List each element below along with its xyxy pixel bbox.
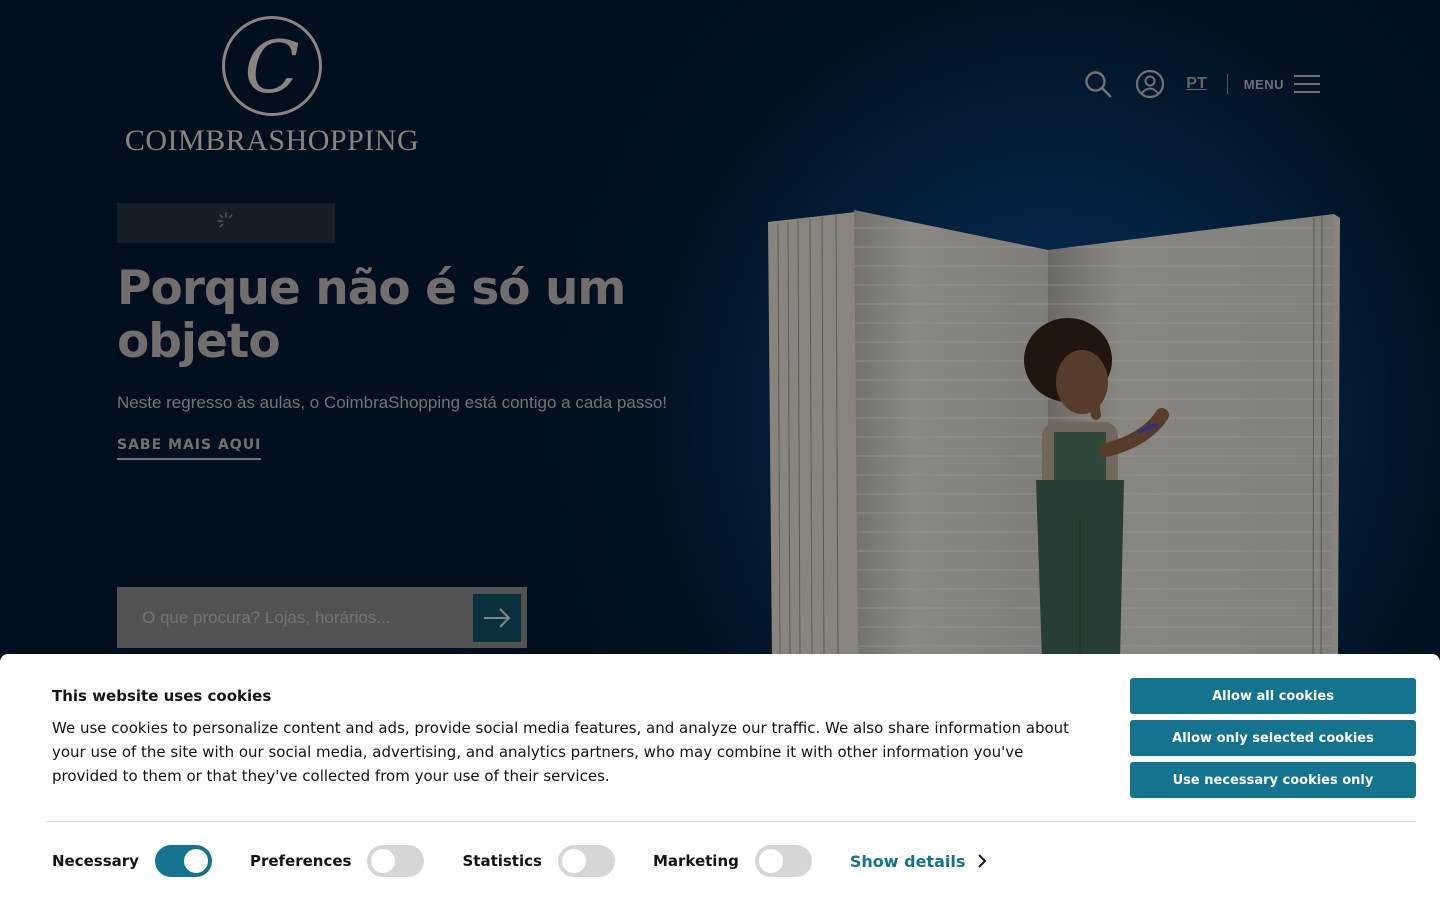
- toggle-label-preferences: Preferences: [249, 852, 352, 870]
- logo-emblem: C: [222, 16, 322, 116]
- nav-divider: [1226, 74, 1228, 94]
- search-icon[interactable]: [1080, 66, 1116, 102]
- toggle-statistics[interactable]: [557, 845, 615, 877]
- toggle-label-marketing: Marketing: [652, 852, 739, 870]
- user-account-icon[interactable]: [1132, 66, 1168, 102]
- toggle-preferences[interactable]: [367, 845, 425, 877]
- toggle-label-necessary: Necessary: [52, 852, 139, 870]
- learn-more-link[interactable]: SABE MAIS AQUI: [117, 437, 262, 460]
- cookie-category-toggles: Necessary Preferences Statistics Marketi…: [52, 844, 987, 878]
- chevron-right-icon: [977, 853, 987, 869]
- menu-label[interactable]: MENU: [1244, 77, 1284, 92]
- top-navigation: PT MENU: [1080, 66, 1320, 102]
- hamburger-menu-icon[interactable]: [1294, 73, 1320, 95]
- hero-image-notebook-child: [768, 210, 1340, 660]
- allow-all-cookies-button[interactable]: Allow all cookies: [1130, 678, 1416, 714]
- category-tag-placeholder: [117, 203, 335, 243]
- toggle-necessary[interactable]: [154, 845, 212, 877]
- allow-selected-cookies-button[interactable]: Allow only selected cookies: [1130, 720, 1416, 756]
- search-submit-button[interactable]: [473, 593, 521, 642]
- toggle-marketing[interactable]: [754, 845, 812, 877]
- show-details-label: Show details: [849, 851, 966, 871]
- arrow-right-icon: [484, 607, 511, 628]
- cookie-banner-text: We use cookies to personalize content an…: [52, 719, 1070, 785]
- cookie-consent-banner: This website uses cookies We use cookies…: [0, 654, 1440, 900]
- cookie-divider: [46, 821, 1416, 822]
- cookie-banner-title: This website uses cookies: [52, 687, 272, 705]
- search-input[interactable]: [117, 587, 473, 648]
- logo-wordmark: COIMBRASHOPPING: [124, 124, 420, 157]
- logo-letter: C: [244, 25, 300, 109]
- coimbrashopping-logo[interactable]: C COIMBRASHOPPING: [117, 14, 427, 157]
- toggle-label-statistics: Statistics: [462, 852, 542, 870]
- site-search: [117, 587, 527, 648]
- show-details-link[interactable]: Show details: [850, 852, 988, 871]
- cookie-button-group: Allow all cookies Allow only selected co…: [1130, 678, 1416, 804]
- hero-subtitle: Neste regresso às aulas, o CoimbraShoppi…: [117, 393, 667, 412]
- language-selector[interactable]: PT: [1186, 75, 1206, 93]
- necessary-cookies-only-button[interactable]: Use necessary cookies only: [1130, 762, 1416, 798]
- loading-spinner-icon: [217, 212, 233, 228]
- hero-title: Porque não é só um objeto: [117, 261, 626, 369]
